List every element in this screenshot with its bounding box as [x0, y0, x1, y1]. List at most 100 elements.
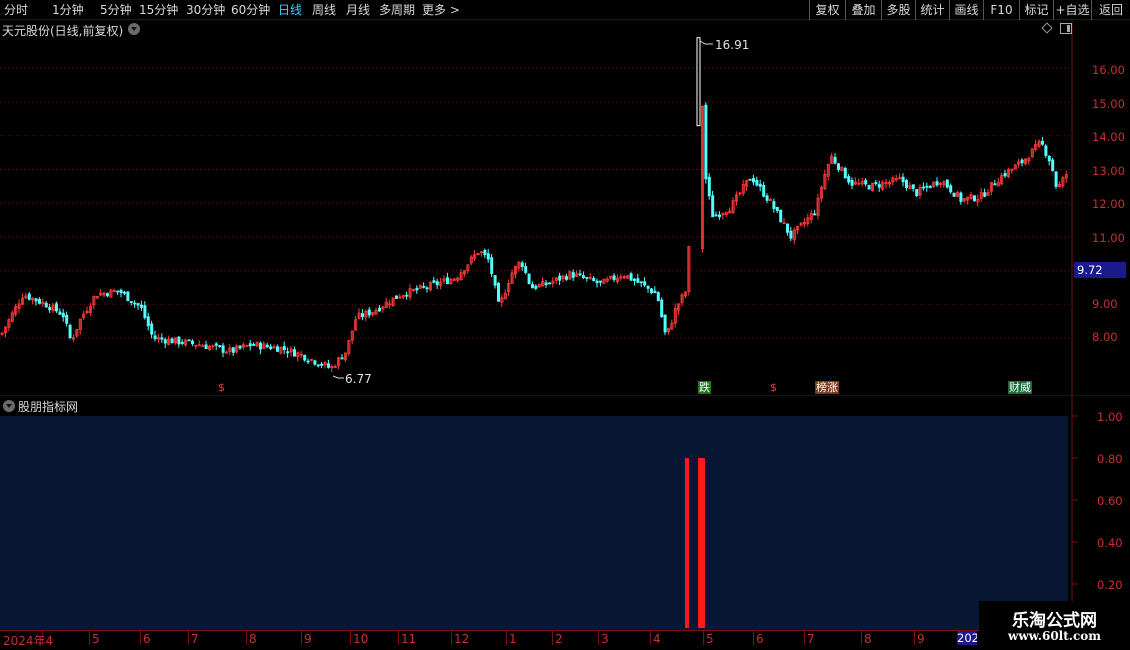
candle-body	[925, 185, 929, 188]
indicator-axis-label: 0.20	[1097, 578, 1123, 592]
candlestick-chart[interactable]	[0, 20, 1130, 396]
candle-body	[789, 230, 793, 239]
time-label: 12	[454, 632, 470, 646]
candle-body	[177, 336, 181, 345]
tab-60min[interactable]: 60分钟	[231, 2, 270, 18]
indicator-axis-label: 0.60	[1097, 494, 1123, 508]
candle-body	[1044, 145, 1048, 156]
time-label: 6	[756, 632, 764, 646]
tab-intraday[interactable]: 分时	[4, 2, 28, 18]
indicator-axis-ticks	[1072, 415, 1078, 585]
price-axis-label: 13.00	[1092, 164, 1125, 178]
candle-body	[269, 346, 273, 350]
candle-body	[1003, 173, 1007, 177]
candle-body	[367, 309, 371, 316]
candle-body	[752, 178, 756, 183]
back-button[interactable]: 返回	[1091, 0, 1130, 20]
f10-button[interactable]: F10	[983, 0, 1019, 20]
period-toolbar: 分时 1分钟 5分钟 15分钟 30分钟 60分钟 日线 周线 月线 多周期 更…	[0, 0, 1130, 20]
tab-5min[interactable]: 5分钟	[100, 2, 132, 18]
tab-15min[interactable]: 15分钟	[139, 2, 178, 18]
tab-weekly[interactable]: 周线	[312, 2, 336, 18]
candle-body	[55, 303, 59, 312]
candle-body	[864, 180, 868, 185]
time-tick	[861, 631, 862, 645]
candle-body	[520, 262, 524, 267]
candle-body	[486, 253, 490, 260]
candle-body	[201, 345, 205, 348]
indicator-title: 股朋指标网	[18, 400, 79, 414]
current-price-tag: 9.72	[1074, 262, 1126, 278]
candle-body	[221, 345, 225, 353]
candle-body	[952, 192, 956, 197]
multi-stock-button[interactable]: 多股	[881, 0, 915, 20]
indicator-axis-label: 0.80	[1097, 452, 1123, 466]
candle-body	[316, 364, 320, 367]
candle-body	[874, 182, 878, 184]
candle-body	[394, 295, 398, 299]
candle-body	[129, 301, 133, 303]
candle-body	[231, 347, 235, 353]
tab-daily[interactable]: 日线	[278, 2, 302, 18]
time-label: 1	[509, 632, 517, 646]
candle-body	[286, 351, 290, 354]
candle-body	[847, 176, 851, 183]
candles	[0, 37, 1068, 373]
watermark-url: www.60lt.com	[1008, 629, 1101, 643]
indicator-chart[interactable]	[0, 396, 1130, 630]
candle-body	[496, 282, 500, 302]
indicator-axis-label: 0.40	[1097, 536, 1123, 550]
candle-body	[1047, 155, 1051, 162]
candle-body	[922, 186, 926, 189]
layout-toggle-icon[interactable]	[1060, 23, 1072, 34]
tab-1min[interactable]: 1分钟	[52, 2, 84, 18]
candle-body	[1020, 159, 1024, 164]
candle-body	[949, 185, 953, 193]
candle-body	[656, 292, 660, 302]
statistics-button[interactable]: 统计	[915, 0, 949, 20]
candle-body	[27, 293, 31, 300]
candle-body	[214, 343, 218, 346]
time-tick	[188, 631, 189, 645]
candle-body	[850, 179, 854, 186]
watermark-title: 乐淘公式网	[1012, 611, 1097, 631]
candle-body	[326, 363, 330, 368]
tab-30min[interactable]: 30分钟	[186, 2, 225, 18]
candle-body	[126, 291, 130, 302]
candle-body	[524, 266, 528, 273]
chevron-down-icon[interactable]	[128, 23, 140, 35]
candle-body	[150, 323, 154, 335]
overlay-button[interactable]: 叠加	[845, 0, 881, 20]
candle-body	[663, 314, 667, 333]
candle-body	[238, 345, 242, 349]
candle-body	[153, 335, 157, 340]
mark-button[interactable]: 标记	[1019, 0, 1053, 20]
candle-body	[204, 344, 208, 350]
draw-line-button[interactable]: 画线	[949, 0, 983, 20]
candle-body	[48, 307, 52, 311]
candle-body	[38, 299, 42, 304]
tab-monthly[interactable]: 月线	[346, 2, 370, 18]
candle-body	[595, 280, 599, 284]
chart-title: 天元股份(日线,前复权)	[2, 24, 124, 38]
tab-multi-period[interactable]: 多周期	[379, 2, 415, 18]
price-axis-label: 8.00	[1092, 330, 1118, 344]
candle-body	[44, 302, 48, 308]
candle-body	[973, 195, 977, 202]
candle-body	[119, 289, 123, 294]
price-axis-label: 16.00	[1092, 63, 1125, 77]
adjust-button[interactable]: 复权	[809, 0, 845, 20]
price-gridlines	[0, 67, 1072, 339]
time-tick	[804, 631, 805, 645]
candle-body	[136, 303, 140, 306]
tab-more[interactable]: 更多 >	[422, 2, 460, 18]
time-label: 8	[249, 632, 257, 646]
watermark: 乐淘公式网 www.60lt.com	[979, 601, 1130, 650]
time-tick	[598, 631, 599, 645]
candle-body	[837, 163, 841, 170]
add-watchlist-button[interactable]: +自选	[1053, 0, 1091, 20]
candle-body	[292, 349, 296, 357]
chevron-down-icon[interactable]	[3, 400, 15, 412]
candle-body	[877, 184, 881, 188]
time-label: 9	[917, 632, 925, 646]
